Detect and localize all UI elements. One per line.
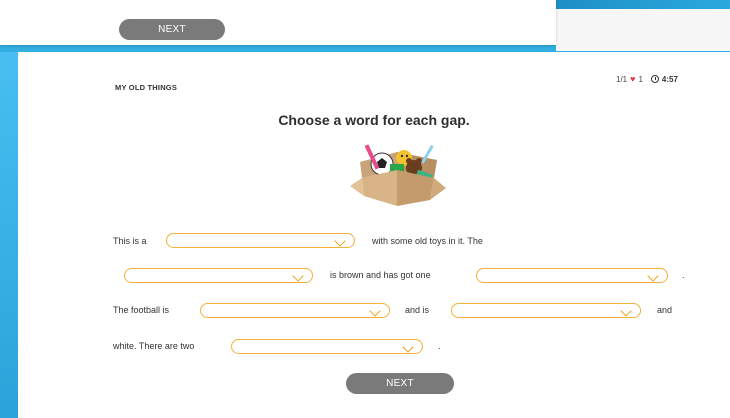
timer-value: 4:57 [661,74,678,84]
lives-count: 1 [638,74,643,84]
section-label: MY OLD THINGS [115,83,178,92]
gap-2-select[interactable] [124,268,313,283]
right-header-strip [556,9,730,51]
stats-bar: 1/1 ♥ 1 4:57 [616,74,678,84]
left-edge [0,52,18,418]
clock-icon [650,75,659,83]
gap-1-select[interactable] [166,233,355,248]
gap-3-select[interactable] [476,268,668,283]
top-right-strip [556,0,730,9]
heart-icon: ♥ [630,74,636,84]
text-and-is: and is [405,305,430,315]
toy-box-illustration [350,144,446,206]
gap-6-select[interactable] [231,339,423,354]
chevron-down-icon [292,270,304,282]
text-and: and [657,305,673,315]
previous-panel: NEXT [0,0,556,45]
top-next-button[interactable]: NEXT [119,19,225,40]
text-white-there-are-two: white. There are two [113,341,195,351]
gap-4-select[interactable] [200,303,390,318]
text-period-1: . [682,270,685,280]
chevron-down-icon [334,235,346,247]
gap-5-select[interactable] [451,303,641,318]
text-period-2: . [438,341,441,351]
text-the-football-is: The football is [113,305,170,315]
question-title: Choose a word for each gap. [278,112,470,128]
text-this-is-a: This is a [113,236,147,246]
text-is-brown: is brown and has got one [330,270,431,280]
chevron-down-icon [620,305,632,317]
text-with-some-old-toys: with some old toys in it. The [372,236,483,246]
chevron-down-icon [402,341,414,353]
chevron-down-icon [369,305,381,317]
next-button[interactable]: NEXT [346,373,454,394]
exercise-card: MY OLD THINGS 1/1 ♥ 1 4:57 Choose a word… [18,52,730,418]
progress-count: 1/1 [616,74,628,84]
chevron-down-icon [647,270,659,282]
